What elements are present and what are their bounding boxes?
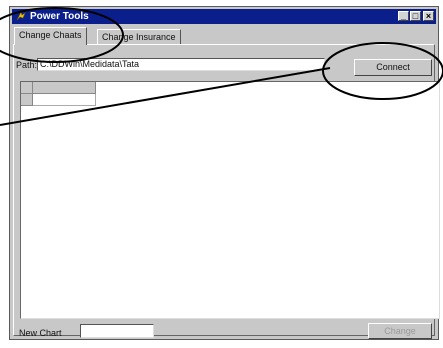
close-button[interactable]: ×: [423, 11, 434, 21]
path-field[interactable]: C:\DDWin\Medidata\Tata: [37, 58, 325, 71]
chart-grid[interactable]: [20, 81, 440, 319]
power-tools-window: Power Tools _ □ × Change Chaats Change I…: [9, 6, 440, 340]
tab-label: Change Chaats: [19, 30, 82, 40]
grid-column-header[interactable]: [33, 82, 96, 94]
new-chart-label: New Chart: [19, 328, 62, 338]
minimize-button[interactable]: _: [398, 11, 409, 21]
window-title: Power Tools: [30, 11, 89, 22]
grid-cell[interactable]: [33, 94, 96, 106]
change-button[interactable]: Change: [368, 323, 432, 339]
title-bar[interactable]: Power Tools _ □ ×: [12, 9, 436, 24]
new-chart-field[interactable]: [80, 324, 154, 338]
grid-row-header[interactable]: [21, 94, 33, 106]
grid-corner: [21, 82, 33, 94]
tab-change-insurance[interactable]: Change Insurance: [97, 29, 181, 44]
power-tools-icon: [16, 11, 26, 21]
maximize-button[interactable]: □: [410, 11, 421, 21]
connect-button[interactable]: Connect: [354, 59, 432, 76]
tab-change-charts[interactable]: Change Chaats: [14, 27, 87, 45]
path-label: Path:: [16, 60, 38, 70]
tab-label: Change Insurance: [102, 32, 176, 42]
